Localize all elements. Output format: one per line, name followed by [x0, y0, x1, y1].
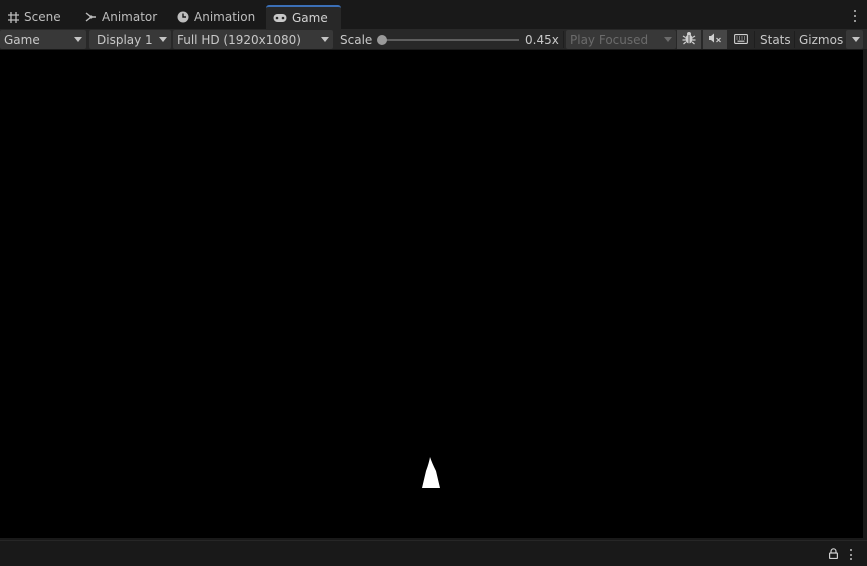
keyboard-icon	[734, 33, 748, 47]
gizmos-button[interactable]: Gizmos	[795, 30, 845, 49]
chevron-down-icon	[321, 37, 329, 42]
chevron-down-icon	[74, 37, 82, 42]
toolbar-divider	[563, 31, 564, 48]
tab-animation[interactable]: Animation	[170, 5, 260, 29]
chevron-down-icon	[159, 37, 167, 42]
clock-icon	[177, 11, 189, 23]
tab-animator[interactable]: Animator	[78, 5, 162, 29]
display-dropdown[interactable]: Display 1	[89, 30, 171, 49]
tab-label: Game	[292, 11, 328, 25]
tab-bar: Scene Animator Animation Game	[0, 0, 867, 29]
more-options-icon[interactable]	[849, 549, 853, 560]
scale-slider-handle[interactable]	[377, 35, 387, 45]
view-mode-value: Game	[4, 32, 40, 47]
scale-slider-track[interactable]	[382, 39, 519, 41]
resolution-dropdown[interactable]: Full HD (1920x1080)	[173, 30, 333, 49]
more-options-icon[interactable]	[853, 10, 857, 22]
mute-audio-icon	[708, 32, 722, 47]
tab-game[interactable]: Game	[266, 5, 341, 29]
player-ship	[422, 457, 440, 488]
grid-icon	[7, 11, 19, 23]
chevron-down-icon	[852, 37, 860, 42]
stats-button[interactable]: Stats	[756, 30, 794, 49]
scale-label: Scale	[340, 32, 373, 47]
mute-audio-button[interactable]	[703, 30, 727, 49]
play-mode-value: Play Focused	[570, 32, 649, 47]
chevron-down-icon	[664, 37, 672, 42]
keyboard-shortcuts-button[interactable]	[729, 30, 753, 49]
view-mode-dropdown[interactable]: Game	[0, 30, 86, 49]
bug-icon	[682, 31, 696, 48]
status-bar	[0, 540, 867, 566]
tab-label: Animation	[194, 10, 256, 24]
frame-debugger-button[interactable]	[677, 30, 701, 49]
scale-value: 0.45x	[525, 32, 559, 47]
lock-icon[interactable]	[829, 548, 839, 562]
tab-label: Scene	[24, 10, 61, 24]
animator-icon	[85, 11, 97, 23]
tab-label: Animator	[102, 10, 158, 24]
tab-scene[interactable]: Scene	[0, 5, 70, 29]
gizmos-dropdown[interactable]	[846, 30, 863, 49]
play-mode-dropdown[interactable]: Play Focused	[566, 30, 676, 49]
toolbar-divider	[754, 31, 755, 48]
resolution-value: Full HD (1920x1080)	[177, 32, 301, 47]
display-value: Display 1	[97, 32, 153, 47]
gamepad-icon	[273, 12, 287, 24]
